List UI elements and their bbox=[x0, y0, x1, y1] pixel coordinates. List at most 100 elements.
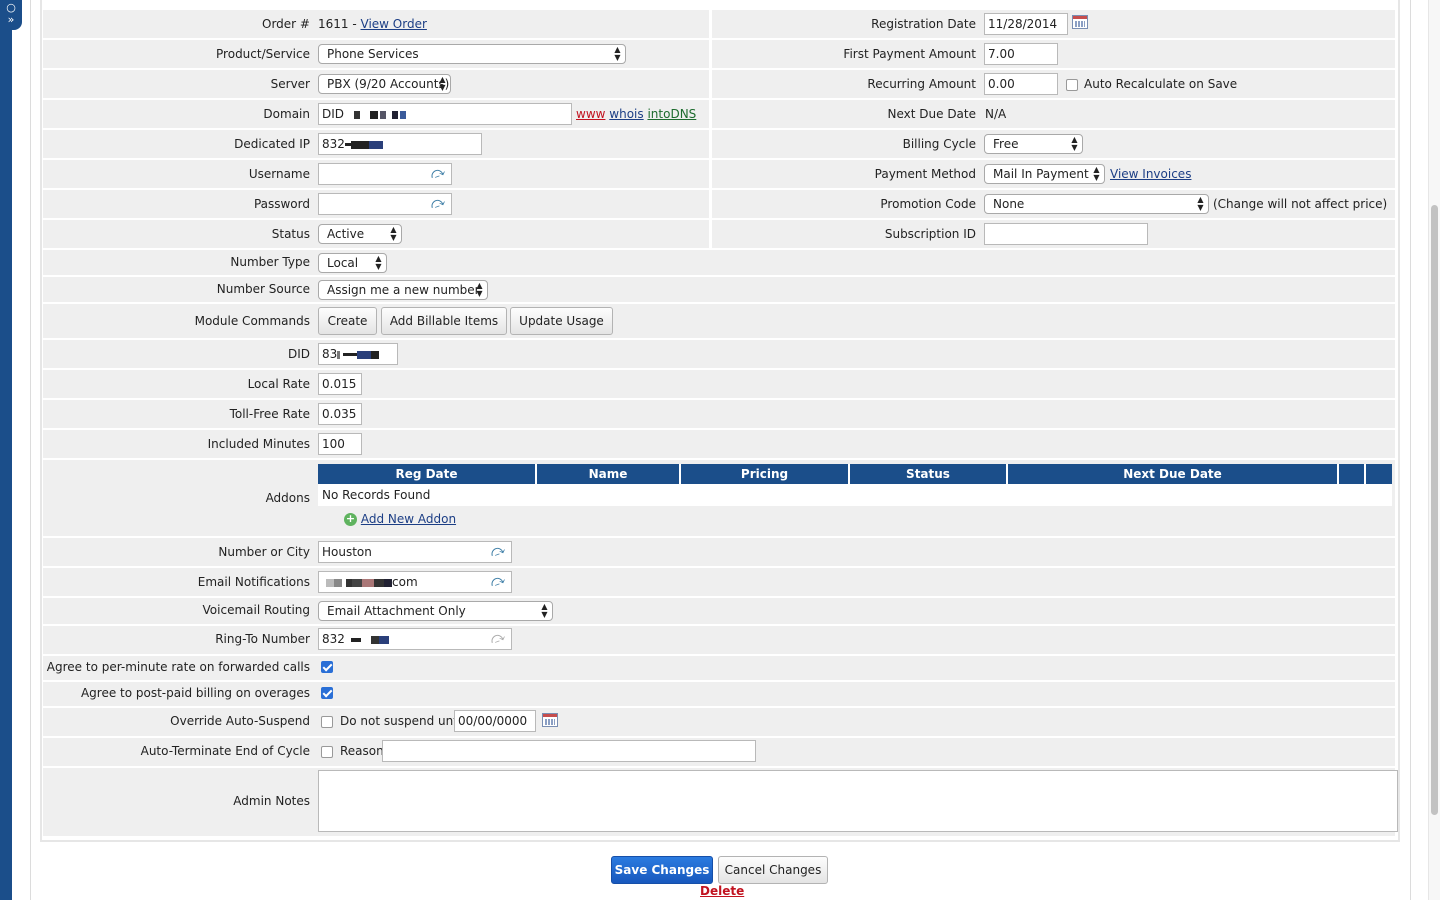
delete-link[interactable]: Delete bbox=[700, 884, 744, 898]
status-select[interactable]: Active ▲ ▼ bbox=[318, 224, 402, 244]
suspend-date-input[interactable]: 00/00/0000 bbox=[454, 710, 536, 732]
redacted-pixels bbox=[384, 578, 392, 587]
select-arrows-icon: ▲ ▼ bbox=[614, 45, 621, 62]
city-value: Houston bbox=[322, 545, 372, 559]
first-payment-input[interactable]: 7.00 bbox=[984, 43, 1058, 65]
recurring-value: 0.00 bbox=[988, 77, 1015, 91]
agree2-checkbox[interactable] bbox=[321, 687, 333, 699]
domain-value: DID bbox=[322, 107, 345, 121]
recurring-input[interactable]: 0.00 bbox=[984, 73, 1058, 95]
number-source-label: Number Source bbox=[216, 282, 310, 296]
promo-value: None bbox=[993, 197, 1025, 211]
agree1-checkbox[interactable] bbox=[321, 661, 333, 673]
www-link[interactable]: www bbox=[576, 107, 605, 121]
redacted-pixels bbox=[334, 578, 342, 587]
select-arrows-icon: ▲ ▼ bbox=[1197, 195, 1204, 212]
col-pricing[interactable]: Pricing bbox=[680, 464, 850, 484]
included-minutes-input[interactable]: 100 bbox=[318, 433, 362, 455]
billing-cycle-label: Billing Cycle bbox=[902, 137, 976, 151]
email-value: com bbox=[392, 575, 418, 589]
redacted-pixels bbox=[352, 578, 362, 587]
product-select[interactable]: Phone Services ▲ ▼ bbox=[318, 44, 626, 64]
col-delete bbox=[1365, 464, 1392, 484]
promo-select[interactable]: None ▲ ▼ bbox=[984, 194, 1209, 214]
username-label: Username bbox=[248, 167, 310, 181]
reason-label: Reason bbox=[340, 744, 384, 758]
view-invoices-link[interactable]: View Invoices bbox=[1110, 167, 1191, 181]
agree2-label: Agree to post-paid billing on overages bbox=[80, 686, 310, 700]
redacted-pixels bbox=[374, 578, 384, 587]
calendar-icon[interactable] bbox=[1072, 15, 1088, 29]
recurring-label: Recurring Amount bbox=[867, 77, 976, 91]
email-label: Email Notifications bbox=[197, 575, 310, 589]
redacted-pixels bbox=[362, 578, 374, 587]
col-reg-date[interactable]: Reg Date bbox=[318, 464, 537, 484]
number-type-select[interactable]: Local ▲ ▼ bbox=[318, 253, 387, 273]
calendar-icon[interactable] bbox=[542, 713, 558, 727]
dedicated-ip-input[interactable]: 832 bbox=[318, 133, 482, 155]
server-select[interactable]: PBX (9/20 Accounts) ▲ ▼ bbox=[318, 74, 451, 94]
scrollbar-thumb[interactable] bbox=[1431, 205, 1438, 815]
redacted-pixels bbox=[399, 110, 406, 119]
select-arrows-icon: ▲ ▼ bbox=[1071, 135, 1078, 152]
local-rate-input[interactable]: 0.015 bbox=[318, 373, 362, 395]
redacted-pixels bbox=[368, 140, 383, 149]
col-name[interactable]: Name bbox=[536, 464, 681, 484]
redacted-pixels bbox=[357, 350, 372, 359]
reason-input[interactable] bbox=[382, 740, 756, 762]
add-billable-items-button[interactable]: Add Billable Items bbox=[381, 307, 507, 335]
redacted-pixels bbox=[369, 110, 378, 119]
addons-label: Addons bbox=[265, 491, 310, 505]
subscription-input[interactable] bbox=[984, 223, 1148, 245]
auto-recalc-checkbox[interactable] bbox=[1066, 79, 1078, 91]
domain-input[interactable]: DID bbox=[318, 103, 572, 125]
content-border-left bbox=[30, 0, 31, 900]
select-arrows-icon: ▲ ▼ bbox=[390, 225, 397, 242]
sidebar-toggle-tab[interactable]: ○» bbox=[0, 0, 22, 30]
col-edit bbox=[1338, 464, 1366, 484]
override-checkbox[interactable] bbox=[321, 716, 333, 728]
view-order-link[interactable]: View Order bbox=[361, 17, 427, 31]
next-due-value: N/A bbox=[985, 107, 1007, 121]
agree1-label: Agree to per-minute rate on forwarded ca… bbox=[46, 660, 310, 674]
reg-date-input[interactable]: 11/28/2014 bbox=[984, 13, 1068, 35]
col-status[interactable]: Status bbox=[849, 464, 1008, 484]
number-source-select[interactable]: Assign me a new number ▲ ▼ bbox=[318, 280, 488, 300]
row-did bbox=[43, 340, 1395, 368]
subscription-label: Subscription ID bbox=[884, 227, 976, 241]
voicemail-select[interactable]: Email Attachment Only ▲ ▼ bbox=[318, 601, 553, 621]
save-changes-button[interactable]: Save Changes bbox=[611, 856, 713, 884]
admin-notes-textarea[interactable] bbox=[318, 770, 1398, 832]
order-number-text: 1611 - bbox=[318, 17, 361, 31]
city-input[interactable]: Houston bbox=[318, 541, 512, 563]
select-arrows-icon: ▲ ▼ bbox=[375, 254, 382, 271]
email-input[interactable]: com bbox=[318, 571, 512, 593]
included-minutes-value: 100 bbox=[322, 437, 345, 451]
voicemail-label: Voicemail Routing bbox=[202, 603, 310, 617]
add-new-addon-link[interactable]: Add New Addon bbox=[361, 512, 456, 526]
select-arrows-icon: ▲ ▼ bbox=[476, 281, 483, 298]
did-input[interactable]: 83 bbox=[318, 343, 398, 365]
whois-link[interactable]: whois bbox=[609, 107, 643, 121]
update-usage-button[interactable]: Update Usage bbox=[510, 307, 613, 335]
billing-cycle-select[interactable]: Free ▲ ▼ bbox=[984, 134, 1083, 154]
select-arrows-icon: ▲ ▼ bbox=[1093, 165, 1100, 182]
no-records-text: No Records Found bbox=[322, 488, 431, 502]
tollfree-input[interactable]: 0.035 bbox=[318, 403, 362, 425]
cancel-changes-button[interactable]: Cancel Changes bbox=[718, 856, 828, 884]
dedicated-ip-value: 832 bbox=[322, 137, 345, 151]
autoterm-label: Auto-Terminate End of Cycle bbox=[140, 744, 310, 758]
create-button[interactable]: Create bbox=[318, 307, 377, 335]
left-nav-strip bbox=[0, 0, 12, 900]
col-next-due[interactable]: Next Due Date bbox=[1007, 464, 1339, 484]
autoterm-checkbox[interactable] bbox=[321, 746, 333, 758]
number-type-label: Number Type bbox=[230, 255, 310, 269]
ringto-input[interactable]: 832 bbox=[318, 628, 512, 650]
module-commands-label: Module Commands bbox=[194, 314, 310, 328]
row-next-due bbox=[712, 100, 1395, 128]
redacted-pixels bbox=[353, 110, 360, 119]
tollfree-value: 0.035 bbox=[322, 407, 357, 421]
payment-method-select[interactable]: Mail In Payment ▲ ▼ bbox=[984, 164, 1105, 184]
tollfree-label: Toll-Free Rate bbox=[229, 407, 310, 421]
intodns-link[interactable]: intoDNS bbox=[647, 107, 696, 121]
